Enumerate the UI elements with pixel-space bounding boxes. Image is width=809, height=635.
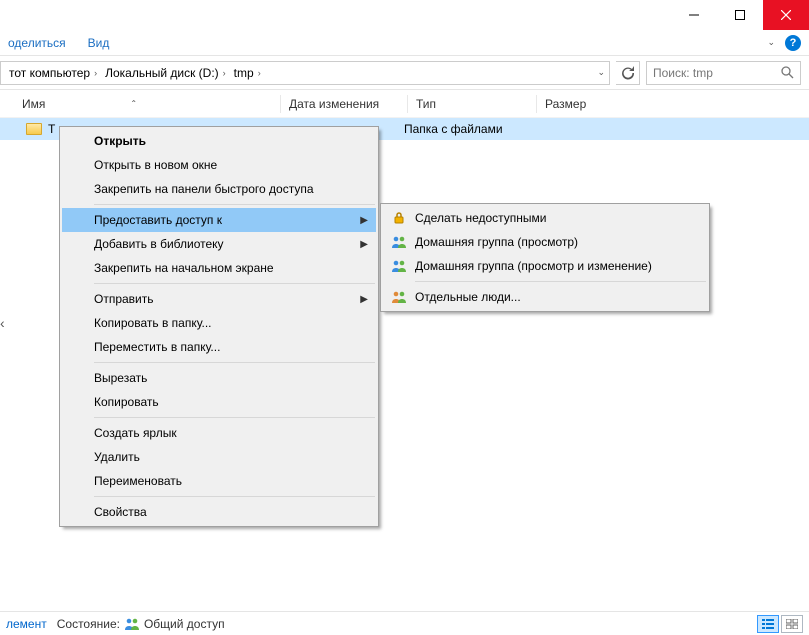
submenu-homegroup-view[interactable]: Домашняя группа (просмотр) [383, 230, 707, 254]
people-icon [391, 289, 407, 305]
address-bar-row: тот компьютер› Локальный диск (D:)› tmp›… [0, 56, 809, 90]
people-icon [124, 617, 140, 631]
window-titlebar [0, 0, 809, 30]
menu-delete[interactable]: Удалить [62, 445, 376, 469]
menu-pin-quick[interactable]: Закрепить на панели быстрого доступа [62, 177, 376, 201]
submenu-homegroup-edit[interactable]: Домашняя группа (просмотр и изменение) [383, 254, 707, 278]
people-icon [391, 258, 407, 274]
menu-open-new[interactable]: Открыть в новом окне [62, 153, 376, 177]
submenu-arrow-icon: ▶ [360, 239, 368, 250]
chevron-right-icon[interactable]: › [258, 68, 261, 78]
menu-cut[interactable]: Вырезать [62, 366, 376, 390]
menu-properties[interactable]: Свойства [62, 500, 376, 524]
search-input[interactable]: Поиск: tmp [646, 61, 801, 85]
chevron-down-icon[interactable]: ⌄ [597, 67, 605, 78]
menu-separator [94, 496, 375, 497]
submenu-arrow-icon: ▶ [360, 215, 368, 226]
share-submenu: Сделать недоступными Домашняя группа (пр… [380, 203, 710, 312]
menu-separator [415, 281, 706, 282]
breadcrumb-item: Локальный диск (D:)› [101, 66, 230, 80]
status-count: лемент [6, 617, 47, 631]
view-details-button[interactable] [757, 615, 779, 633]
ribbon-expand-icon[interactable]: ⌄ [767, 37, 775, 48]
menu-separator [94, 283, 375, 284]
breadcrumb-item: тот компьютер› [5, 66, 101, 80]
search-icon [781, 66, 794, 79]
refresh-button[interactable] [616, 61, 640, 85]
maximize-button[interactable] [717, 0, 763, 30]
menu-copy[interactable]: Копировать [62, 390, 376, 414]
lock-icon [391, 210, 407, 226]
submenu-stop-sharing[interactable]: Сделать недоступными [383, 206, 707, 230]
menu-separator [94, 417, 375, 418]
column-header-size[interactable]: Размер [545, 97, 615, 111]
menu-copy-to[interactable]: Копировать в папку... [62, 311, 376, 335]
context-menu: Открыть Открыть в новом окне Закрепить н… [59, 126, 379, 527]
submenu-specific-people[interactable]: Отдельные люди... [383, 285, 707, 309]
status-state: Состояние: Общий доступ [57, 617, 225, 631]
tab-view[interactable]: Вид [88, 36, 110, 50]
view-icons-button[interactable] [781, 615, 803, 633]
menu-open[interactable]: Открыть [62, 129, 376, 153]
menu-send-to[interactable]: Отправить▶ [62, 287, 376, 311]
close-button[interactable] [763, 0, 809, 30]
breadcrumb[interactable]: тот компьютер› Локальный диск (D:)› tmp›… [0, 61, 610, 85]
breadcrumb-item: tmp› [230, 66, 265, 80]
menu-pin-start[interactable]: Закрепить на начальном экране [62, 256, 376, 280]
menu-add-library[interactable]: Добавить в библиотеку▶ [62, 232, 376, 256]
menu-rename[interactable]: Переименовать [62, 469, 376, 493]
status-bar: лемент Состояние: Общий доступ [0, 611, 809, 635]
folder-icon [26, 123, 42, 135]
nav-collapse-icon[interactable] [0, 316, 10, 330]
menu-separator [94, 204, 375, 205]
chevron-right-icon[interactable]: › [223, 68, 226, 78]
minimize-button[interactable] [671, 0, 717, 30]
tab-share[interactable]: оделиться [8, 36, 66, 50]
menu-move-to[interactable]: Переместить в папку... [62, 335, 376, 359]
submenu-arrow-icon: ▶ [360, 294, 368, 305]
menu-share-with[interactable]: Предоставить доступ к▶ [62, 208, 376, 232]
column-headers: Имя⌃ Дата изменения Тип Размер [0, 90, 809, 118]
menu-shortcut[interactable]: Создать ярлык [62, 421, 376, 445]
column-header-type[interactable]: Тип [416, 97, 536, 111]
file-type: Папка с файлами [404, 122, 524, 136]
sort-asc-icon: ⌃ [130, 99, 137, 108]
file-name: T [48, 122, 55, 136]
chevron-right-icon[interactable]: › [94, 68, 97, 78]
ribbon-tabs: оделиться Вид ⌄ ? [0, 30, 809, 56]
help-icon[interactable]: ? [785, 35, 801, 51]
search-placeholder: Поиск: tmp [653, 66, 713, 80]
people-icon [391, 234, 407, 250]
column-header-date[interactable]: Дата изменения [289, 97, 407, 111]
column-header-name[interactable]: Имя⌃ [22, 97, 280, 111]
menu-separator [94, 362, 375, 363]
